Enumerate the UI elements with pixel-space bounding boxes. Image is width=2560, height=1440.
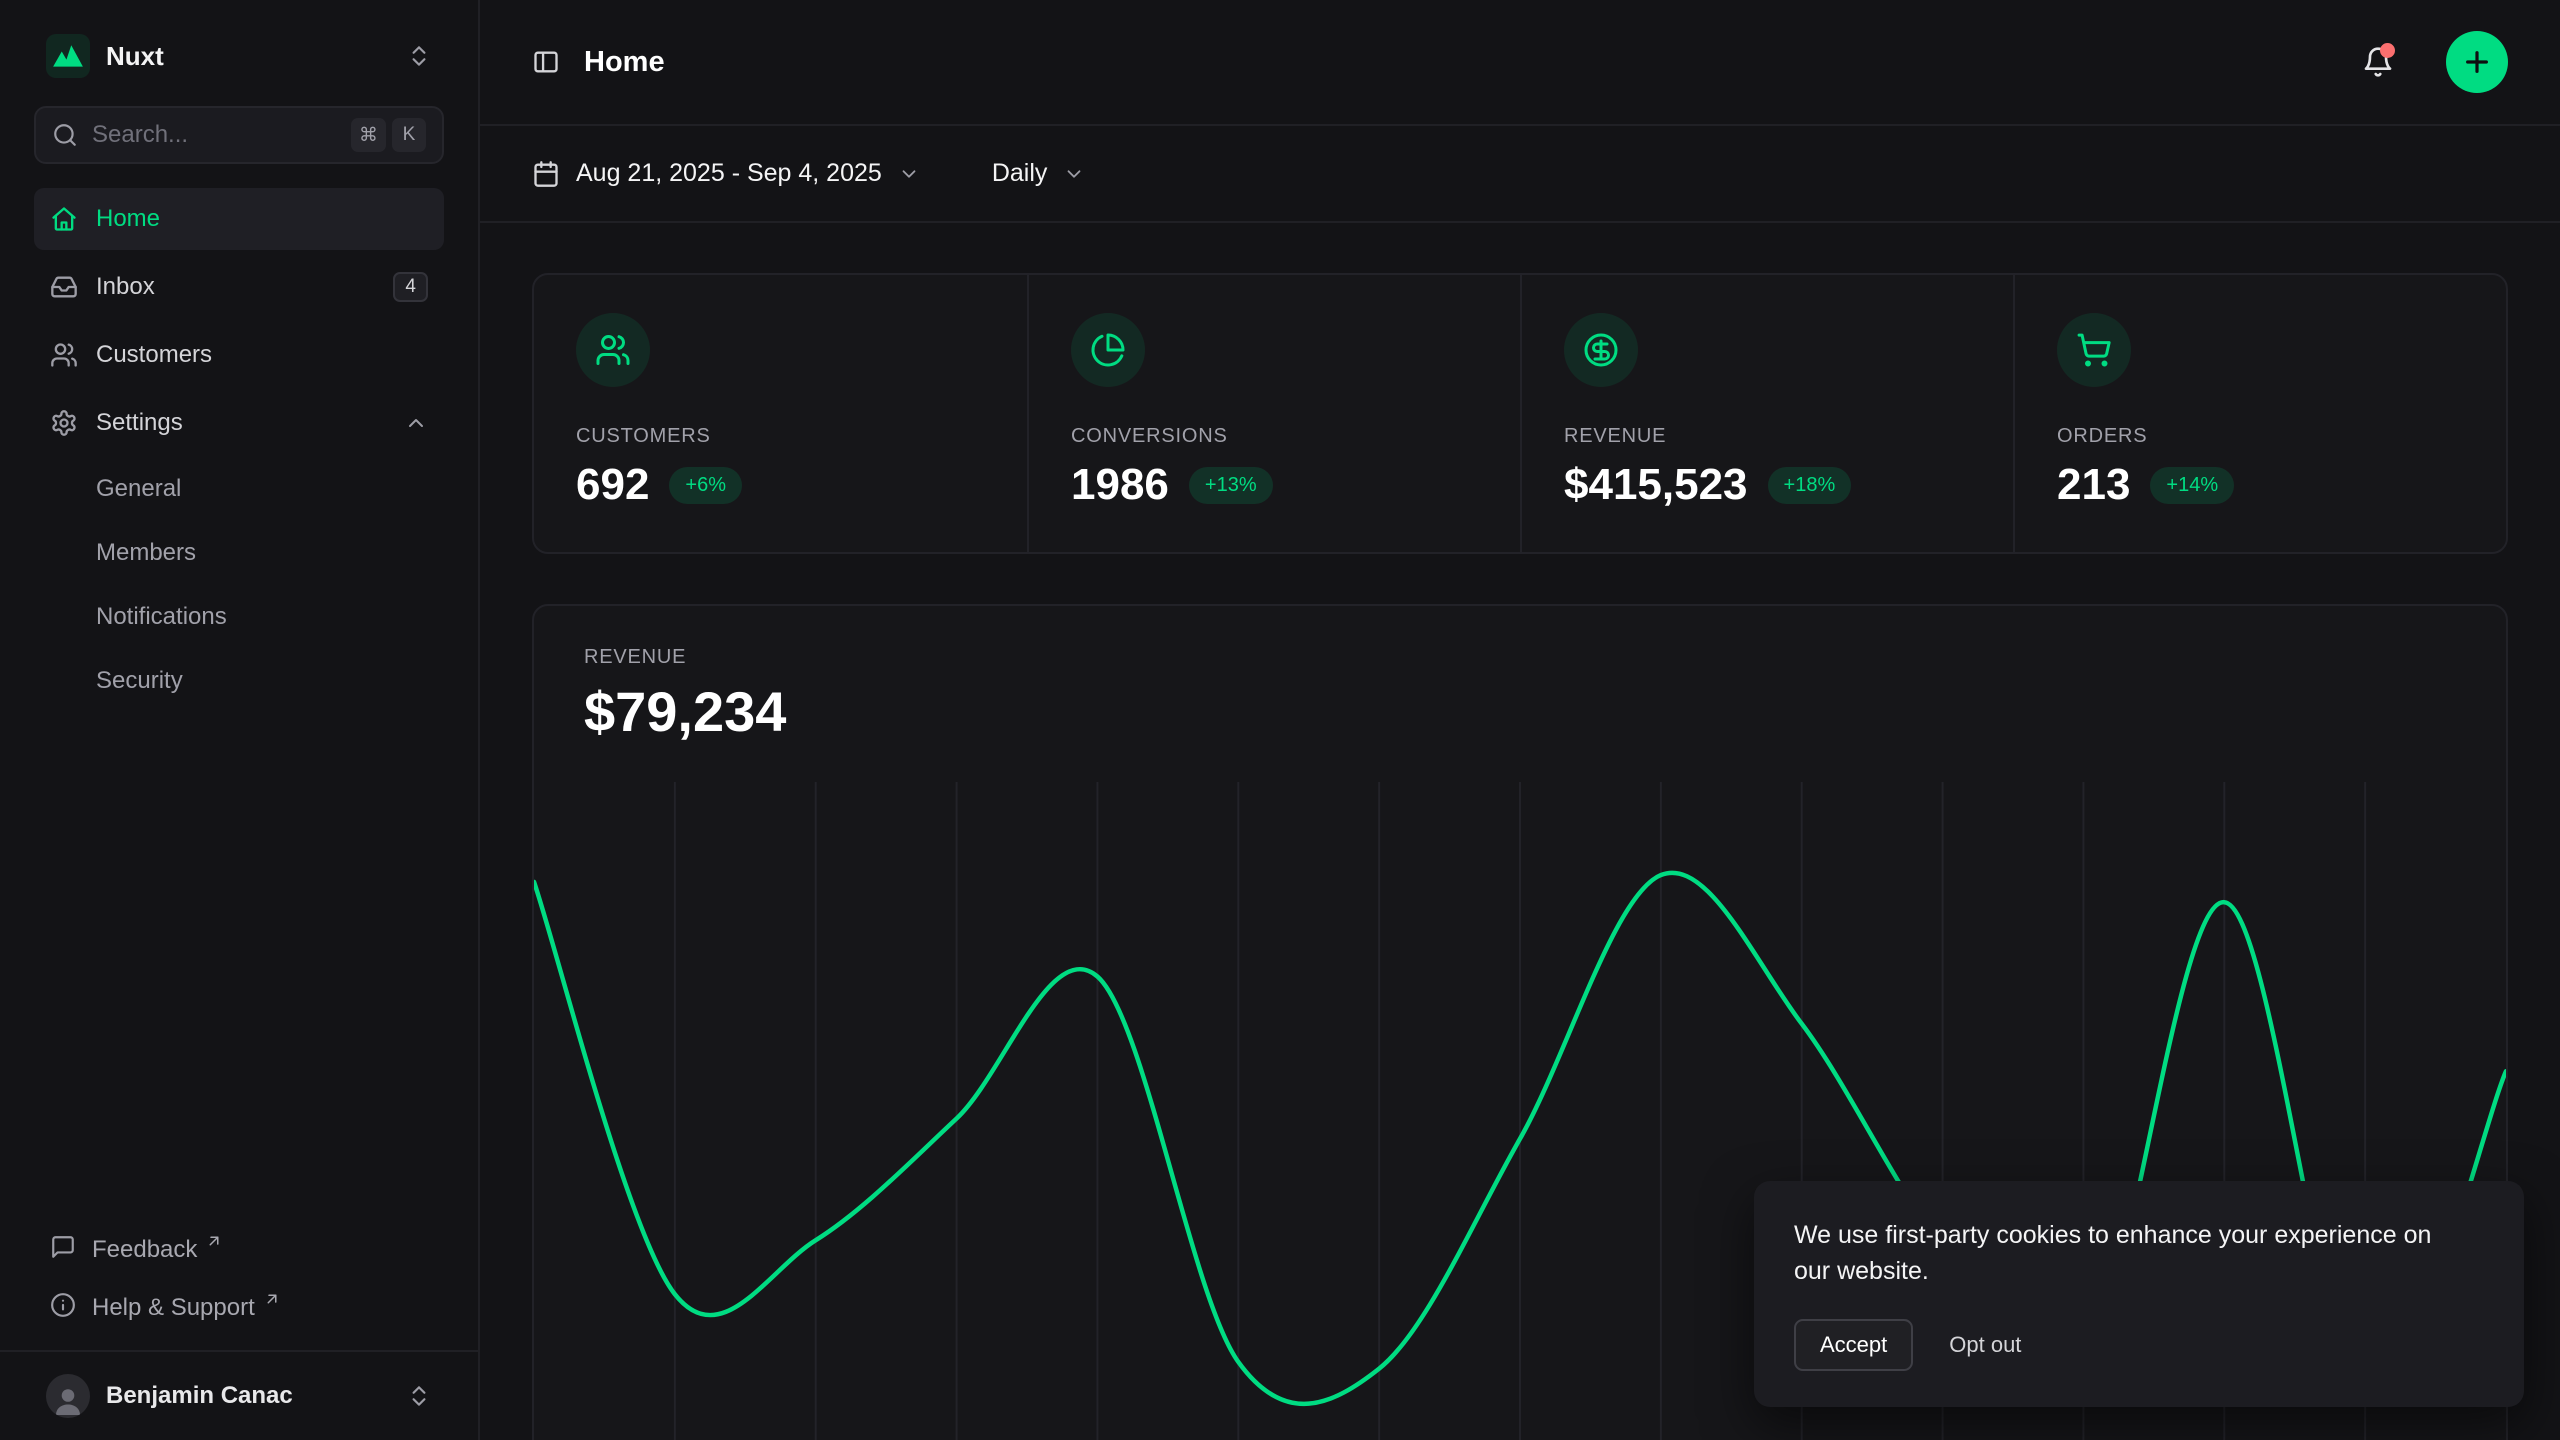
gear-icon	[50, 409, 78, 437]
revenue-chart-value: $79,234	[584, 679, 2456, 744]
page-title: Home	[584, 46, 665, 79]
sidebar-item-label: Home	[96, 205, 160, 233]
nuxt-logo-icon	[46, 34, 90, 78]
search-icon	[52, 122, 78, 148]
info-circle-icon	[50, 1292, 76, 1318]
sidebar-item-security[interactable]: Security	[34, 652, 444, 710]
stat-label: REVENUE	[1564, 425, 1971, 448]
sidebar-item-customers[interactable]: Customers	[34, 324, 444, 386]
search-shortcut: ⌘ K	[351, 118, 426, 152]
chevron-up-icon	[404, 411, 428, 435]
users-icon	[50, 341, 78, 369]
granularity-select[interactable]: Daily	[992, 159, 1086, 188]
chevron-down-icon	[898, 163, 920, 185]
accept-cookies-button[interactable]: Accept	[1794, 1319, 1913, 1371]
sidebar-item-general[interactable]: General	[34, 460, 444, 518]
workspace-switcher[interactable]: Nuxt	[34, 24, 444, 88]
granularity-value: Daily	[992, 159, 1048, 188]
date-range-picker[interactable]: Aug 21, 2025 - Sep 4, 2025	[532, 159, 920, 188]
sidebar-item-home[interactable]: Home	[34, 188, 444, 250]
plus-icon	[2461, 46, 2493, 78]
date-range-value: Aug 21, 2025 - Sep 4, 2025	[576, 159, 882, 188]
sidebar-item-notifications[interactable]: Notifications	[34, 588, 444, 646]
feedback-link[interactable]: Feedback	[34, 1222, 444, 1280]
sidebar-item-label: Settings	[96, 409, 183, 437]
sidebar-toggle-icon[interactable]	[532, 48, 560, 76]
external-link-icon	[205, 1232, 223, 1250]
chevrons-up-down-icon	[406, 43, 432, 69]
page-header: Home	[480, 0, 2560, 126]
stat-value: $415,523	[1564, 460, 1748, 510]
stats-grid: CUSTOMERS 692 +6% CONVERSIONS 1986 +13%	[532, 273, 2508, 554]
help-support-label: Help & Support	[92, 1292, 255, 1324]
inbox-count-badge: 4	[393, 272, 428, 302]
workspace-name: Nuxt	[106, 41, 164, 72]
sidebar-item-settings[interactable]: Settings	[34, 392, 444, 454]
stat-change-badge: +6%	[669, 467, 742, 504]
calendar-icon	[532, 160, 560, 188]
stat-label: CONVERSIONS	[1071, 425, 1478, 448]
feedback-label: Feedback	[92, 1234, 197, 1266]
stat-label: CUSTOMERS	[576, 425, 985, 448]
dollar-circle-icon	[1564, 313, 1638, 387]
users-icon	[576, 313, 650, 387]
notifications-button[interactable]	[2362, 46, 2394, 78]
k-keycap: K	[392, 118, 426, 152]
filter-bar: Aug 21, 2025 - Sep 4, 2025 Daily	[480, 126, 2560, 223]
stat-value: 1986	[1071, 460, 1169, 510]
user-menu[interactable]: Benjamin Canac	[0, 1350, 478, 1440]
stat-change-badge: +14%	[2150, 467, 2234, 504]
sidebar-nav: Home Inbox 4 Customers Settings General	[34, 188, 444, 710]
sidebar-item-inbox[interactable]: Inbox 4	[34, 256, 444, 318]
stat-value: 213	[2057, 460, 2130, 510]
notification-dot	[2380, 43, 2395, 58]
cmd-keycap: ⌘	[351, 118, 386, 152]
external-link-icon	[263, 1290, 281, 1308]
chat-bubble-icon	[50, 1234, 76, 1260]
chevrons-up-down-icon	[406, 1383, 432, 1409]
stat-change-badge: +13%	[1189, 467, 1273, 504]
user-name: Benjamin Canac	[106, 1382, 293, 1410]
sidebar-footer: Feedback Help & Support	[34, 1222, 444, 1350]
stat-label: ORDERS	[2057, 425, 2464, 448]
pie-chart-icon	[1071, 313, 1145, 387]
stat-change-badge: +18%	[1768, 467, 1852, 504]
stat-card-orders: ORDERS 213 +14%	[2013, 275, 2506, 552]
stat-value: 692	[576, 460, 649, 510]
home-icon	[50, 205, 78, 233]
cookie-message: We use first-party cookies to enhance yo…	[1794, 1217, 2434, 1289]
search-box[interactable]: ⌘ K	[34, 106, 444, 164]
search-input[interactable]	[92, 121, 337, 149]
sidebar-item-label: Inbox	[96, 273, 155, 301]
sidebar: Nuxt ⌘ K Home Inbox 4	[0, 0, 480, 1440]
inbox-icon	[50, 273, 78, 301]
chevron-down-icon	[1063, 163, 1085, 185]
add-button[interactable]	[2446, 31, 2508, 93]
help-support-link[interactable]: Help & Support	[34, 1280, 444, 1338]
sidebar-item-members[interactable]: Members	[34, 524, 444, 582]
stat-card-conversions: CONVERSIONS 1986 +13%	[1027, 275, 1520, 552]
cart-icon	[2057, 313, 2131, 387]
cookie-banner: We use first-party cookies to enhance yo…	[1754, 1181, 2524, 1407]
revenue-chart-label: REVENUE	[584, 646, 2456, 669]
stat-card-customers: CUSTOMERS 692 +6%	[534, 275, 1027, 552]
optout-cookies-button[interactable]: Opt out	[1949, 1332, 2021, 1358]
stat-card-revenue: REVENUE $415,523 +18%	[1520, 275, 2013, 552]
avatar	[46, 1374, 90, 1418]
sidebar-item-label: Customers	[96, 341, 212, 369]
